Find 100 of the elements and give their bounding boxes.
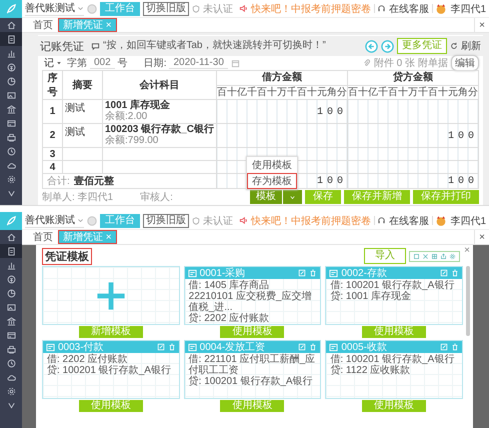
template-button[interactable]: 模板	[250, 190, 282, 204]
word-label: 字第	[67, 56, 87, 70]
certification-status: 未认证	[203, 2, 233, 16]
refresh-link[interactable]: 刷新	[461, 39, 481, 53]
entry-text: 借: 100201 银行存款_A银行	[330, 280, 456, 291]
document-icon	[6, 34, 16, 44]
clock-icon	[6, 146, 16, 156]
hint-text: “按，如回车键或者Tab，就快速跳转并可切换时！”	[103, 41, 327, 51]
tab[interactable]: 首页	[28, 230, 58, 244]
digit-header: 百十亿千百十万千百十元角分	[348, 85, 478, 100]
column-header: 序号	[42, 70, 62, 100]
promo-link[interactable]: 快来吧！中报考前押题密卷	[251, 2, 371, 16]
menu-item[interactable]: 使用模板	[247, 157, 297, 173]
page-title: 记账凭证	[40, 40, 84, 54]
document-icon	[329, 268, 338, 278]
picture-frame-icon	[6, 302, 16, 312]
row-number: 4	[42, 160, 62, 174]
column-header: 借方金额	[216, 70, 348, 85]
entry-text: 贷: 1001 库存现金	[330, 291, 412, 302]
headset-icon	[377, 216, 386, 225]
bank-icon	[6, 316, 16, 326]
feather-icon	[5, 215, 17, 227]
headset-icon	[377, 4, 386, 13]
user-name[interactable]: 李四代1	[450, 2, 486, 16]
tab[interactable]: 首页	[28, 18, 58, 32]
document-icon	[46, 342, 55, 352]
more-vouchers-button[interactable]: 更多凭证	[397, 38, 447, 54]
document-icon	[6, 246, 16, 256]
entry-text: 借: 100201 银行存款_A银行	[330, 354, 456, 365]
entry-text: 贷: 1122 应收账款	[330, 365, 412, 376]
promo-link[interactable]: 快来吧！中报考前押题密卷	[251, 214, 371, 228]
coin-icon	[6, 62, 16, 72]
speaker-icon	[239, 216, 248, 225]
menu-item[interactable]: 存为模板	[247, 173, 297, 189]
voucher-word-select[interactable]: 记	[42, 56, 64, 70]
account-cell[interactable]: 100203 银行存款_C银行	[105, 124, 214, 135]
house-icon	[6, 232, 16, 242]
amount: 100	[448, 176, 478, 187]
number-suffix: 号	[118, 57, 128, 70]
template-name: 0003-付款	[58, 341, 105, 354]
feather-icon	[5, 3, 17, 15]
account-cell[interactable]: 1001 库存现金	[105, 100, 214, 111]
sidebar-item[interactable]	[0, 32, 22, 46]
cloud-icon	[6, 372, 16, 382]
reviewer-text: 审核人:	[140, 190, 173, 204]
close-button[interactable]: ×	[474, 18, 489, 32]
row-number: 1	[42, 100, 62, 124]
gear-icon	[6, 174, 16, 184]
speech-bubble-icon	[91, 42, 100, 50]
avatar-icon[interactable]	[435, 214, 448, 226]
row-number: 2	[42, 124, 62, 148]
bar-chart-icon	[6, 48, 16, 58]
balance-text: 余额:799.00	[105, 135, 160, 146]
chevron-icon	[6, 188, 16, 198]
template-name: 0002-存款	[341, 267, 388, 280]
user-name[interactable]: 李四代1	[450, 214, 486, 228]
certification-status: 未认证	[203, 214, 233, 228]
card-icon	[6, 330, 16, 340]
refresh-icon[interactable]	[450, 42, 458, 50]
date-field[interactable]: 2020-11-30	[169, 57, 228, 69]
shield-icon	[192, 216, 200, 224]
document-icon	[188, 268, 197, 278]
balance-text: 余额:2.00	[105, 111, 148, 122]
total-label: 合计:	[47, 176, 70, 187]
scrollbar[interactable]	[466, 266, 470, 336]
document-icon	[188, 342, 197, 352]
attach-docs-link[interactable]: 附单据	[418, 56, 448, 70]
close-button[interactable]: ×	[474, 230, 489, 244]
caret-icon	[56, 60, 62, 66]
chevron-icon	[77, 4, 84, 12]
support-link[interactable]: 在线客服	[389, 214, 430, 228]
old-version-button[interactable]: 切换旧版	[143, 214, 189, 228]
import-button[interactable]: 导入	[364, 248, 406, 264]
company-select[interactable]: 善代账测试	[25, 213, 84, 228]
caret-icon	[289, 194, 296, 200]
house-icon	[6, 20, 16, 30]
support-link[interactable]: 在线客服	[389, 2, 430, 16]
card-icon	[6, 118, 16, 128]
picture-frame-icon	[6, 90, 16, 100]
close-button[interactable]: ×	[464, 245, 470, 256]
attachment-count: 附件 0 张	[374, 56, 415, 70]
clock-icon	[6, 358, 16, 368]
tooltip: 编辑	[451, 55, 479, 71]
voucher-number-field[interactable]: 002	[90, 57, 115, 69]
chevron-icon	[77, 216, 84, 224]
column-header: 贷方金额	[348, 70, 478, 85]
column-header: 摘要	[62, 70, 102, 100]
entry-text: 贷: 100201 银行存款_A银行	[188, 376, 314, 387]
avatar-icon[interactable]	[435, 2, 448, 14]
entry-text: 贷: 100201 银行存款_A银行	[47, 365, 172, 376]
amount: 100	[316, 106, 347, 118]
shield-icon	[192, 4, 200, 12]
preparer-text: 制单人: 李四代1	[42, 190, 114, 204]
template-name: 0001-采购	[200, 266, 246, 280]
gear-icon	[6, 386, 16, 396]
chevron-icon	[6, 400, 16, 410]
sidebar-item[interactable]	[0, 244, 22, 258]
old-version-button[interactable]: 切换旧版	[143, 2, 189, 16]
company-select[interactable]: 善代账测试	[25, 1, 84, 16]
printer-icon	[6, 344, 16, 354]
